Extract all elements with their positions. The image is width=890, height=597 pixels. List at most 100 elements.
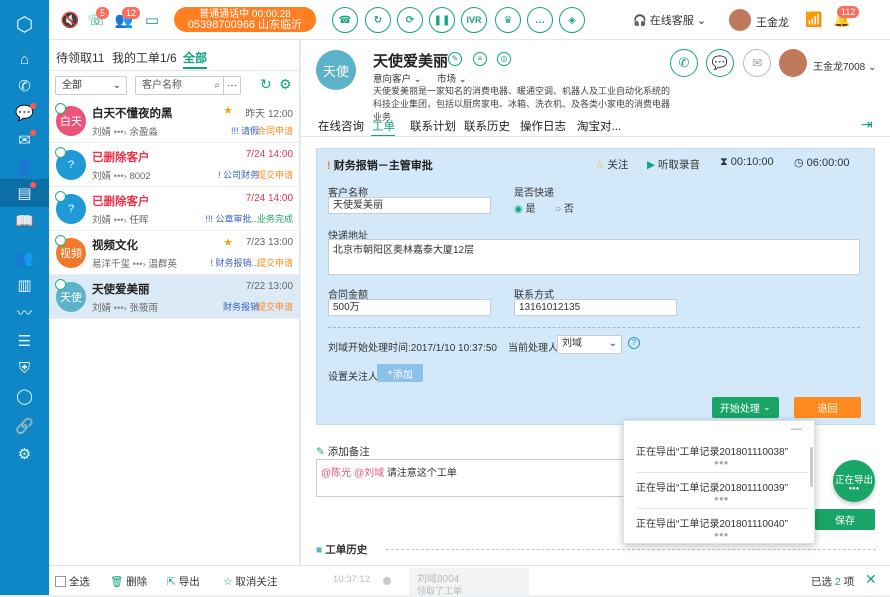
comment-icon[interactable]: ◯ (0, 383, 49, 409)
loading-icon: ●●● (714, 458, 729, 467)
export-icon: ⇱ (167, 576, 176, 588)
gear-icon[interactable]: ⚙ (279, 76, 292, 93)
mail-icon[interactable]: ✉ (0, 127, 49, 153)
unfollow-button[interactable]: ☆ 取消关注 (223, 574, 277, 589)
express-no-radio[interactable]: ○ 否 (555, 200, 574, 215)
agent-select[interactable]: 王金龙7008 ⌄ (813, 58, 876, 73)
phone-icon[interactable]: ✆ (0, 73, 49, 99)
customer-name-field[interactable]: 天使爱美丽 (328, 197, 491, 214)
arrow-icon: •••› (113, 215, 127, 226)
transfer-button[interactable]: ↻ (365, 7, 391, 33)
tab-pending[interactable]: 待领取11 (56, 49, 104, 66)
item-name: 视频文化 (92, 240, 138, 252)
list-item[interactable]: 白天 白天不懂夜的黑 ★ 昨天 12:00 刘婧 •••› 余盈淼!!! 请假 合同申请 (49, 99, 300, 143)
tab-all[interactable]: 全部 (183, 49, 207, 66)
start-process-button[interactable]: 开始处理 ⌄ (712, 397, 779, 418)
tab-contact-plan[interactable]: 联系计划 (410, 118, 456, 134)
market-select[interactable]: 市场 ⌄ (437, 71, 467, 85)
avatar[interactable] (729, 9, 751, 31)
monitor-icon[interactable]: 〰 (0, 299, 49, 325)
export-button[interactable]: ⇱ 导出 (167, 574, 200, 589)
tab-contact-history[interactable]: 联系历史 (464, 118, 510, 134)
consult-button[interactable]: ⟳ (397, 7, 423, 33)
delete-button[interactable]: 🗑 删除 (110, 574, 147, 589)
list-item[interactable]: ? 已删除客户 7/24 14:00 刘婧 •••› 8002! 公司财务 提交申请 (49, 143, 300, 187)
list-detail-icon[interactable]: ≡ (473, 52, 487, 66)
list-item[interactable]: 天使 天使爱美丽 7/22 13:00 刘婧 •••› 张筱雨 财务报销 提交申请 (49, 275, 300, 319)
tag-button[interactable]: ◈ (559, 7, 585, 33)
handler-select[interactable]: 刘域 ⌄ (557, 335, 622, 354)
user-name: 王金龙 (756, 17, 789, 29)
chat-icon[interactable]: 💬 (0, 100, 49, 126)
conference-button[interactable]: ♛ (495, 7, 521, 33)
book-icon[interactable]: 📖 (0, 208, 49, 234)
list-item[interactable]: ? 已删除客户 7/24 14:00 刘婧 •••› 任晖!!! 公章审批... 业务完… (49, 187, 300, 231)
tab-workorder[interactable]: 工单 (372, 118, 395, 134)
search-input[interactable]: 客户名称 ⌕ (135, 76, 225, 95)
add-follower-button[interactable]: + 添加 (377, 364, 423, 382)
item-from: 刘婧 (92, 127, 112, 138)
square-icon: ■ (316, 544, 323, 556)
chart-icon[interactable]: ▥ (0, 272, 49, 298)
user-group-icon[interactable]: 👥 (0, 245, 49, 271)
address-field[interactable]: 北京市朝阳区奥林嘉泰大厦12层 (328, 239, 860, 275)
start-time-text: 刘域开始处理时间:2017/1/10 10:37:50 (328, 343, 497, 354)
item-from: 刘婧 (92, 171, 112, 182)
call-status[interactable]: 普通通话中 00:00:28 05398700966 山东临沂 (174, 7, 316, 32)
scrollbar[interactable] (810, 447, 813, 487)
radio-yes-label: 是 (525, 204, 536, 215)
shield-icon[interactable]: ⛨ (0, 355, 49, 381)
close-icon[interactable]: ✕ (865, 571, 877, 588)
save-button[interactable]: 保存 (815, 509, 875, 530)
contacts-badge: 12 (122, 7, 141, 19)
ivr-button[interactable]: IVR (461, 7, 487, 33)
contacts-icon[interactable]: 👤 (0, 154, 49, 180)
select-all-checkbox[interactable]: 全选 (55, 574, 90, 589)
call-customer-button[interactable]: ✆ (670, 49, 698, 77)
online-service-menu[interactable]: 🎧 在线客服 ⌄ (633, 12, 706, 28)
list-item[interactable]: 视频 视频文化 ★ 7/23 13:00 易洋千玺 •••› 温群英! 财务报销... 提… (49, 231, 300, 275)
hangup-button[interactable]: ☎ (332, 7, 358, 33)
more-button[interactable]: ··· (223, 76, 241, 95)
edit-icon[interactable]: ✎ (448, 52, 462, 66)
refresh-icon[interactable]: ↻ (260, 76, 272, 93)
mail-customer-button[interactable]: ✉ (743, 49, 771, 77)
call-number: 05398700966 山东临沂 (187, 19, 303, 31)
note-textarea[interactable]: @陈光 @刘域 请注意这个工单 (316, 459, 666, 497)
radio-unchecked-icon: ○ (555, 204, 562, 215)
tab-taobao[interactable]: 淘宝对... (577, 118, 621, 134)
amount-field[interactable]: 500万 (328, 299, 491, 316)
tab-online-consult[interactable]: 在线咨询 (318, 118, 364, 134)
divider (49, 70, 300, 71)
minimize-icon[interactable]: — (791, 423, 802, 435)
home-icon[interactable]: ⌂ (0, 46, 49, 72)
help-icon[interactable]: ? (628, 337, 640, 349)
item-to: 温群英 (148, 259, 177, 270)
history-header: ■ 工单历史 (316, 542, 367, 557)
pause-button[interactable]: ❚❚ (429, 7, 455, 33)
item-assignees: 刘婧 •••› 8002 (92, 168, 151, 182)
list-icon[interactable]: ☰ (0, 328, 49, 354)
item-name: 天使爱美丽 (92, 284, 150, 296)
tab-mine[interactable]: 我的工单1/6 (112, 49, 177, 66)
divider (636, 472, 808, 473)
sms-button[interactable]: … (527, 7, 553, 33)
exporting-bubble[interactable]: 正在导出 ●●● (833, 460, 875, 502)
contact-field[interactable]: 13161012135 (514, 299, 677, 316)
link-icon[interactable]: 🔗 (0, 413, 49, 439)
tab-operation-log[interactable]: 操作日志 (520, 118, 566, 134)
listen-recording-button[interactable]: ▶ 听取录音 (647, 157, 700, 172)
settings-icon[interactable]: ⚙ (0, 441, 49, 467)
weibo-icon[interactable]: ◎ (497, 52, 511, 66)
collapse-panel-icon[interactable]: ⇥ (861, 116, 873, 133)
intent-select[interactable]: 意向客户 ⌄ (373, 71, 422, 85)
mute-icon[interactable]: 🔇 (59, 9, 81, 31)
chat-customer-button[interactable]: 💬 (706, 49, 734, 77)
item-tag: 财务报销 (222, 302, 259, 312)
follow-button[interactable]: ☆ 关注 (595, 157, 628, 172)
express-yes-radio[interactable]: ◉ 是 (514, 200, 536, 215)
no-video-icon[interactable]: ▭ (141, 9, 163, 31)
return-button[interactable]: 退回 (794, 397, 861, 418)
filter-select[interactable]: 全部 ⌄ (55, 76, 127, 95)
workorder-icon[interactable]: ▤ (0, 179, 49, 207)
